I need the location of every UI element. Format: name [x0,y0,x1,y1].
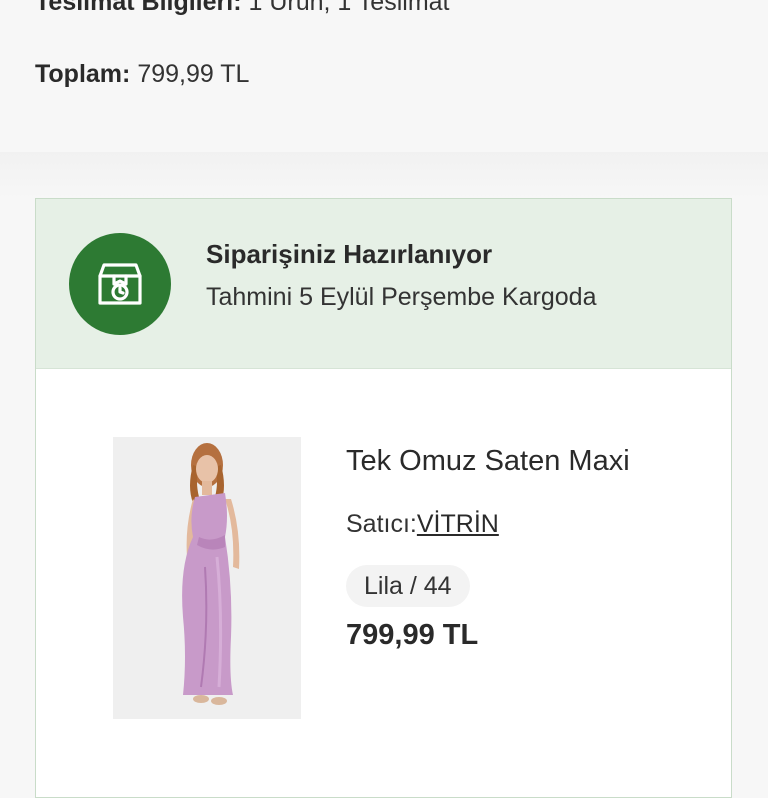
order-total: Toplam: 799,99 TL [35,60,249,89]
status-title: Siparişiniz Hazırlanıyor [206,239,493,269]
package-clock-icon [69,233,171,335]
product-price: 799,99 TL [346,619,479,651]
total-value: 799,99 TL [137,60,250,88]
variant-badge: Lila / 44 [346,565,470,607]
delivery-label: Teslimat Bilgileri: [35,0,242,16]
section-divider [0,152,768,198]
seller-link[interactable]: VİTRİN [417,510,499,538]
order-summary: Teslimat Bilgileri: 1 Ürün, 1 Teslimat T… [0,0,768,152]
shipment-status: Siparişiniz Hazırlanıyor Tahmini 5 Eylül… [36,199,731,369]
seller-info: Satıcı:VİTRİN [346,510,499,539]
shipment-card: Siparişiniz Hazırlanıyor Tahmini 5 Eylül… [35,198,732,798]
product-image[interactable] [113,437,301,719]
delivery-info: Teslimat Bilgileri: 1 Ürün, 1 Teslimat [35,0,450,17]
product-name[interactable]: Tek Omuz Saten Maxi [346,445,630,478]
seller-label: Satıcı: [346,510,417,538]
delivery-value: 1 Ürün, 1 Teslimat [248,0,450,16]
total-label: Toplam: [35,60,131,88]
estimated-shipping: Tahmini 5 Eylül Perşembe Kargoda [206,283,597,311]
